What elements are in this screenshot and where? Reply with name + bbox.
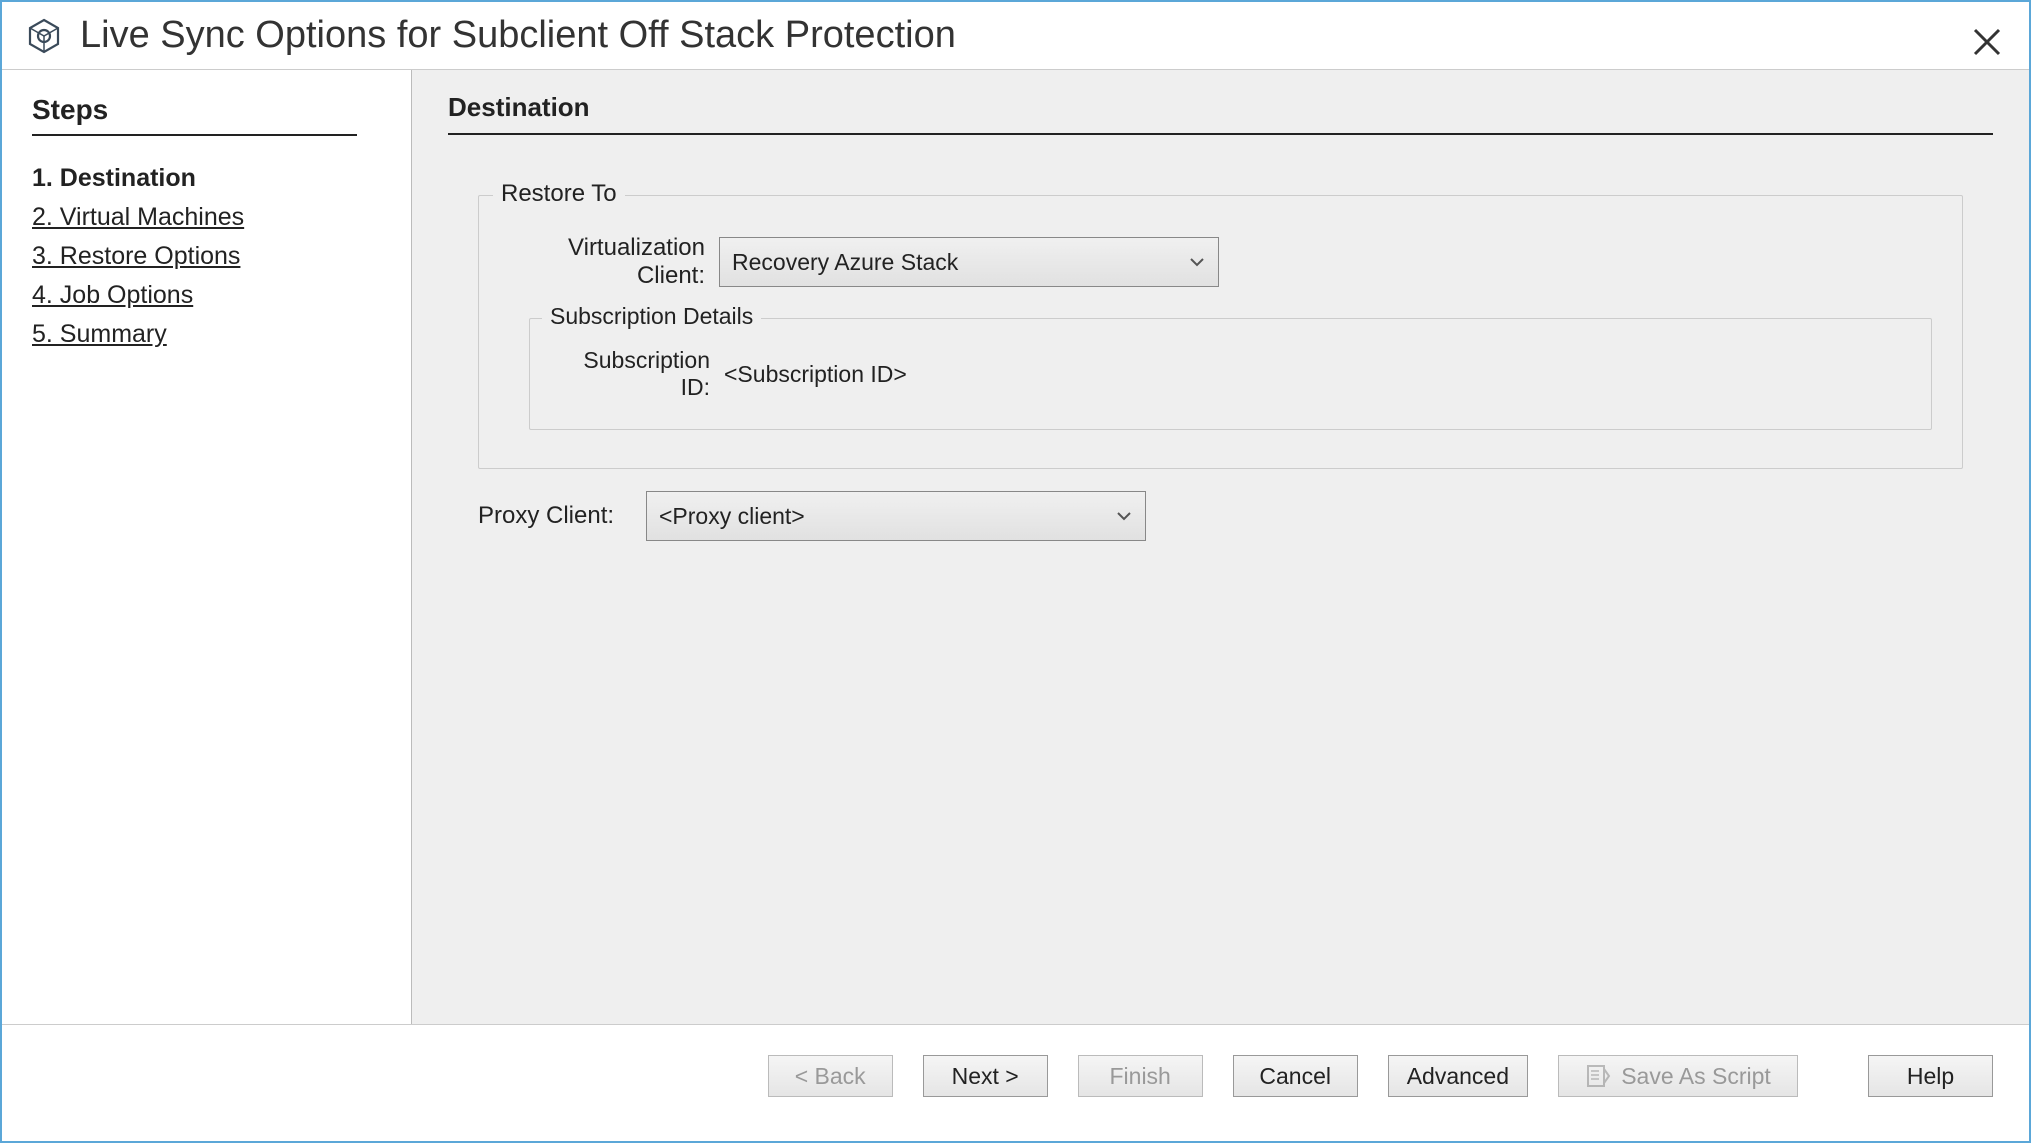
back-button: < Back <box>768 1055 893 1097</box>
proxy-client-value: <Proxy client> <box>659 503 805 530</box>
help-button[interactable]: Help <box>1868 1055 1993 1097</box>
step-virtual-machines[interactable]: 2. Virtual Machines <box>32 203 381 232</box>
close-button[interactable] <box>1965 20 2009 64</box>
chevron-down-icon <box>1188 253 1206 271</box>
proxy-client-label: Proxy Client: <box>478 502 638 530</box>
subscription-details-legend: Subscription Details <box>542 303 761 330</box>
steps-list: 1. Destination 2. Virtual Machines 3. Re… <box>32 164 381 349</box>
restore-to-group: Restore To Virtualization Client: Recove… <box>478 195 1963 469</box>
step-summary[interactable]: 5. Summary <box>32 320 381 349</box>
save-as-script-button: Save As Script <box>1558 1055 1798 1097</box>
subscription-id-row: Subscription ID: <Subscription ID> <box>554 347 1907 401</box>
subscription-id-value: <Subscription ID> <box>724 361 907 388</box>
titlebar: Live Sync Options for Subclient Off Stac… <box>2 2 2029 69</box>
virtualization-client-value: Recovery Azure Stack <box>732 249 958 276</box>
step-restore-options[interactable]: 3. Restore Options <box>32 242 381 271</box>
cancel-button[interactable]: Cancel <box>1233 1055 1358 1097</box>
proxy-client-row: Proxy Client: <Proxy client> <box>478 491 1993 541</box>
step-destination[interactable]: 1. Destination <box>32 164 381 193</box>
steps-header: Steps <box>32 94 357 136</box>
subscription-details-group: Subscription Details Subscription ID: <S… <box>529 318 1932 430</box>
steps-sidebar: Steps 1. Destination 2. Virtual Machines… <box>2 70 412 1024</box>
restore-to-legend: Restore To <box>493 180 625 208</box>
next-button[interactable]: Next > <box>923 1055 1048 1097</box>
virtualization-client-label: Virtualization Client: <box>509 234 719 290</box>
advanced-button[interactable]: Advanced <box>1388 1055 1528 1097</box>
script-icon <box>1585 1063 1611 1089</box>
virtualization-client-select[interactable]: Recovery Azure Stack <box>719 237 1219 287</box>
proxy-client-select[interactable]: <Proxy client> <box>646 491 1146 541</box>
subscription-id-label: Subscription ID: <box>554 347 724 401</box>
dialog-title: Live Sync Options for Subclient Off Stac… <box>80 14 956 57</box>
dialog-window: Live Sync Options for Subclient Off Stac… <box>0 0 2031 1143</box>
panel-header: Destination <box>448 92 1993 135</box>
close-icon <box>1972 27 2002 57</box>
step-job-options[interactable]: 4. Job Options <box>32 281 381 310</box>
finish-button: Finish <box>1078 1055 1203 1097</box>
dialog-body: Steps 1. Destination 2. Virtual Machines… <box>2 69 2029 1024</box>
app-icon <box>26 18 62 54</box>
dialog-footer: < Back Next > Finish Cancel Advanced Sav… <box>2 1024 2029 1141</box>
main-panel: Destination Restore To Virtualization Cl… <box>412 70 2029 1024</box>
virtualization-client-row: Virtualization Client: Recovery Azure St… <box>509 234 1932 290</box>
chevron-down-icon <box>1115 507 1133 525</box>
